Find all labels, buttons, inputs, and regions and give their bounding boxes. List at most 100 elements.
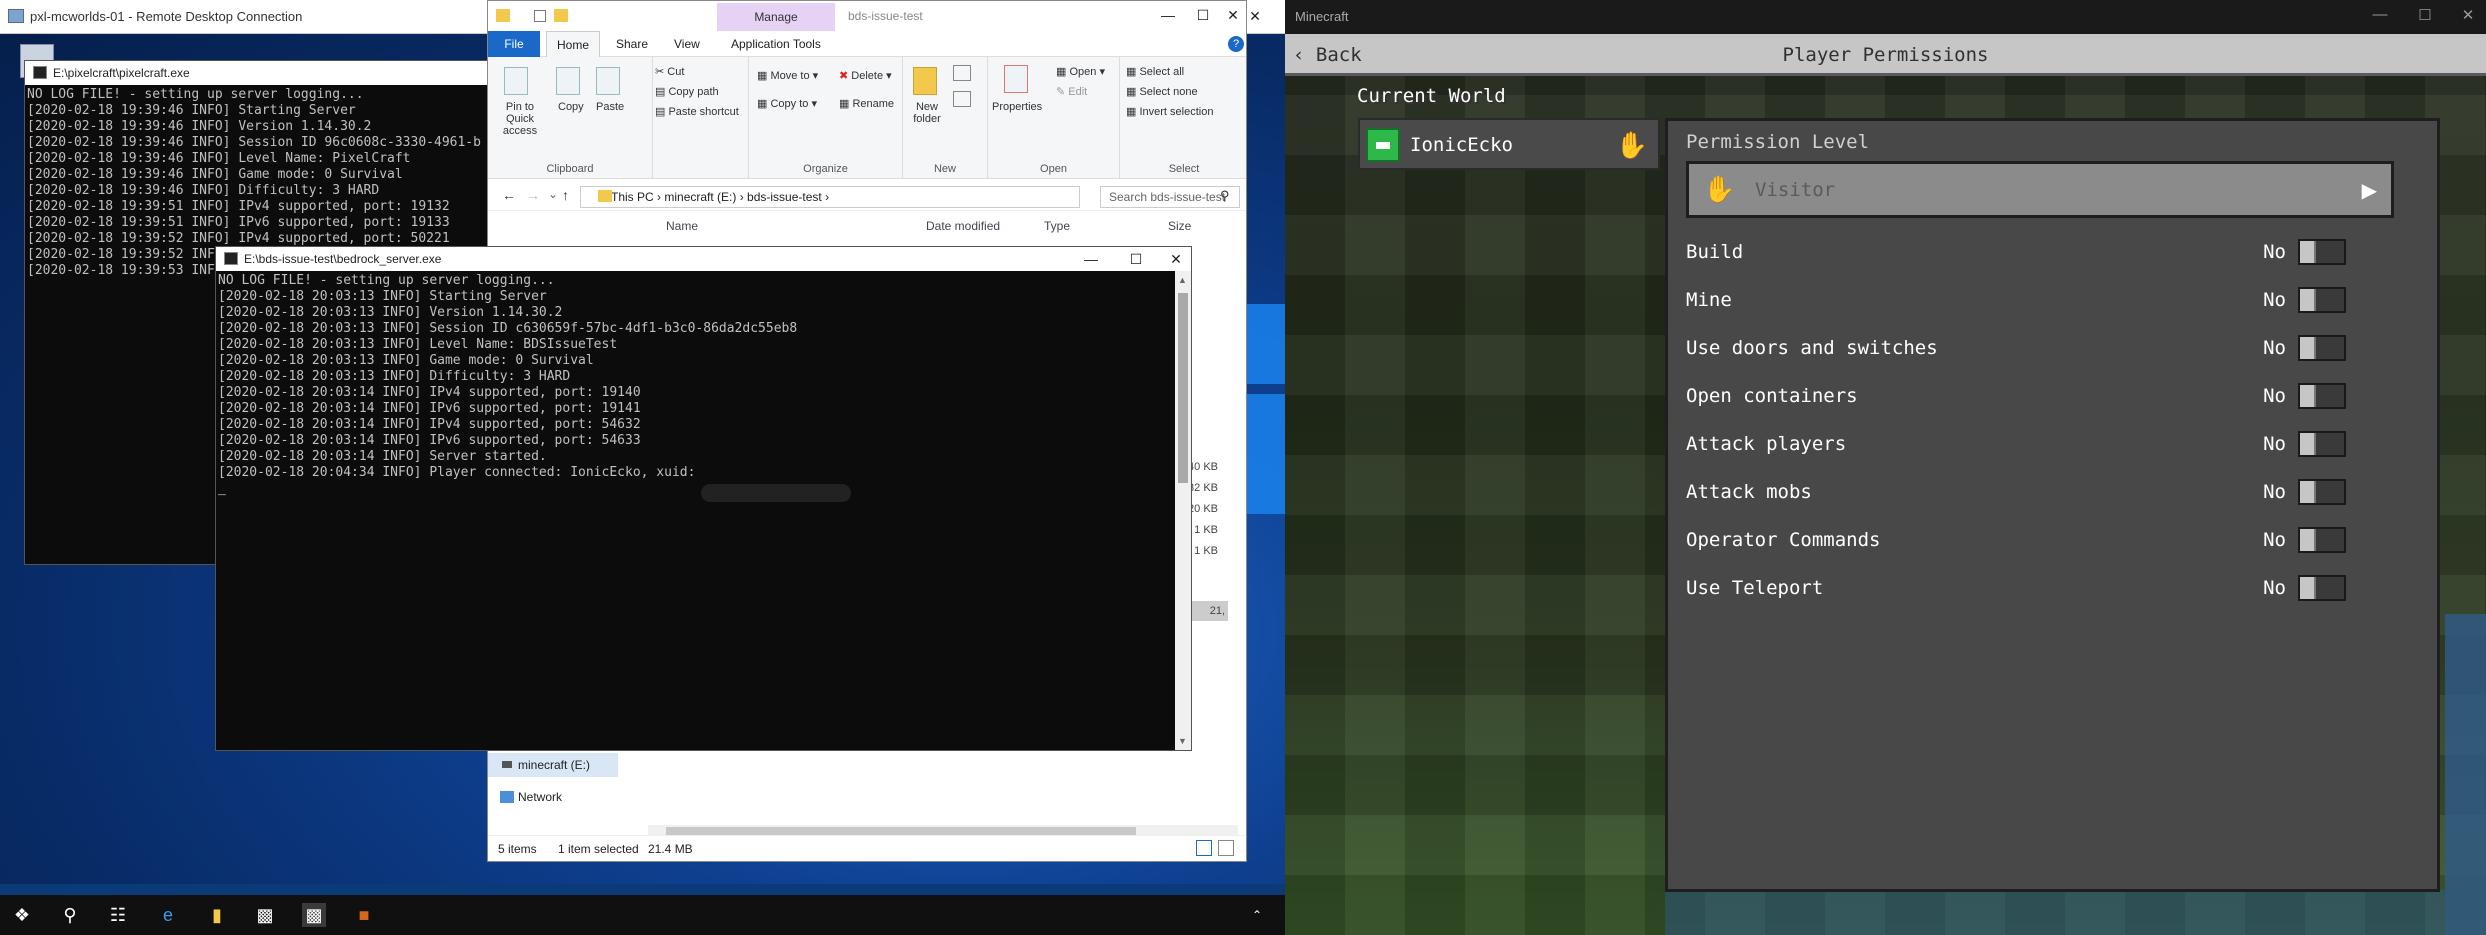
select-none-icon: ▦ [1126,86,1137,98]
new-folder-icon[interactable] [554,9,568,22]
move-to-button[interactable]: ▦ Move to ▾ [757,69,818,82]
cut-button[interactable]: ✂ Cut [655,65,684,78]
mc-close-button[interactable]: ✕ [2453,6,2483,24]
task-view-icon[interactable]: ☷ [106,903,130,927]
console-title-bar[interactable]: E:\bds-issue-test\bedrock_server.exe — ☐… [216,247,1191,271]
permission-value: No [2263,481,2286,503]
delete-button[interactable]: ✖ Delete ▾ [839,69,892,82]
app-taskbar-icon[interactable]: ■ [352,903,376,927]
tab-home[interactable]: Home [546,31,601,57]
scissors-icon: ✂ [655,66,665,78]
console-title-bar[interactable]: E:\pixelcraft\pixelcraft.exe [25,61,523,85]
open-button[interactable]: ▦ Open ▾ [1056,65,1105,78]
water-block [2445,614,2486,935]
paste-shortcut-button[interactable]: ▤ Paste shortcut [655,105,739,118]
rename-button[interactable]: ▦ Rename [839,97,894,110]
windows-start-icon[interactable]: ❖ [10,903,34,927]
tab-share[interactable]: Share [606,31,658,57]
nav-item-drive[interactable]: minecraft (E:) [518,758,590,772]
permission-toggle[interactable] [2298,431,2346,457]
breadcrumb-drive[interactable]: minecraft (E:) [664,190,736,204]
search-box[interactable]: Search bds-issue-test [1100,186,1240,208]
bedrock-server-console-window[interactable]: E:\bds-issue-test\bedrock_server.exe — ☐… [215,246,1192,751]
permission-toggle[interactable] [2298,239,2346,265]
breadcrumb-folder[interactable]: bds-issue-test [747,190,822,204]
column-name[interactable]: Name [666,219,698,233]
new-item-icon[interactable] [953,65,971,81]
edit-button[interactable]: ✎ Edit [1056,85,1087,98]
tab-application-tools[interactable]: Application Tools [721,31,831,57]
tab-view[interactable]: View [664,31,710,57]
tab-file[interactable]: File [488,31,540,57]
console-line: [2020-02-18 20:03:13 INFO] Level Name: B… [218,337,618,352]
copy-to-button[interactable]: ▦ Copy to ▾ [757,97,817,110]
forward-arrow-icon[interactable]: → [526,187,540,203]
new-folder-button[interactable]: New folder [909,101,945,125]
paste-button[interactable]: Paste [596,101,624,113]
large-icons-view-icon[interactable] [1218,840,1234,856]
permission-label: Attack players [1686,433,1847,455]
minecraft-title-bar[interactable]: Minecraft — ☐ ✕ [1285,0,2486,34]
recent-locations-icon[interactable]: ⌄ [548,187,558,201]
player-item[interactable]: IonicEcko ✋ [1358,118,1660,170]
invert-selection-button[interactable]: ▦ Invert selection [1126,105,1213,118]
paste-icon [596,67,620,95]
address-bar[interactable]: This PC › minecraft (E:) › bds-issue-tes… [580,186,1080,208]
internet-explorer-icon[interactable]: e [156,903,180,927]
console-line: NO LOG FILE! - setting up server logging… [218,273,555,288]
mc-minimize-button[interactable]: — [2365,6,2395,23]
scroll-down-icon[interactable]: ▼ [1178,736,1187,746]
permission-toggle[interactable] [2298,383,2346,409]
console-close-button[interactable]: ✕ [1156,249,1196,269]
console-taskbar-icon-active[interactable]: ▩ [302,903,326,927]
easy-access-icon[interactable] [953,91,971,107]
scroll-up-icon[interactable]: ▲ [1178,275,1187,285]
explorer-title-bar[interactable]: Manage bds-issue-test — ☐ ✕ [488,1,1246,31]
file-size: 20 KB [1188,503,1218,515]
mc-header-bar: ‹ Back Player Permissions [1285,34,2486,76]
column-type[interactable]: Type [1044,219,1070,233]
properties-icon[interactable] [534,10,546,22]
manage-context-tab[interactable]: Manage [717,3,835,31]
console-taskbar-icon[interactable]: ▩ [253,903,277,927]
permission-toggle[interactable] [2298,479,2346,505]
permission-toggle[interactable] [2298,575,2346,601]
console-minimize-button[interactable]: — [1071,249,1111,269]
explorer-close-button[interactable]: ✕ [1213,5,1246,25]
drive-icon [502,761,512,768]
tray-chevron-icon[interactable]: ⌃ [1245,903,1269,927]
rdp-title: pxl-mcworlds-01 - Remote Desktop Connect… [30,9,303,24]
details-view-icon[interactable] [1196,840,1212,856]
help-icon[interactable]: ? [1228,36,1244,52]
console-scrollbar[interactable]: ▲ ▼ [1175,271,1191,750]
breadcrumb-this-pc[interactable]: This PC [611,190,654,204]
permission-toggle[interactable] [2298,287,2346,313]
permission-row-teleport: Use Teleport No [1686,573,2406,603]
properties-button[interactable]: Properties [992,101,1042,113]
delete-label: Delete [851,70,884,82]
column-date-modified[interactable]: Date modified [926,219,1000,233]
scrollbar-thumb[interactable] [1178,293,1188,483]
permission-level-dropdown[interactable]: ✋ Visitor ▶ [1686,161,2394,218]
explorer-minimize-button[interactable]: — [1148,5,1188,25]
up-arrow-icon[interactable]: ↑ [562,187,569,203]
permission-level-label: Permission Level [1686,131,1870,153]
permission-toggle[interactable] [2298,335,2346,361]
select-all-button[interactable]: ▦ Select all [1126,65,1184,78]
search-icon[interactable]: ⚲ [58,903,82,927]
file-explorer-icon[interactable]: ▮ [205,903,229,927]
selected-file-size[interactable]: 21, [1188,601,1228,621]
console-maximize-button[interactable]: ☐ [1116,249,1156,269]
organize-group: ▦ Move to ▾ ▦ Copy to ▾ ✖ Delete ▾ ▦ Ren… [748,57,903,179]
copy-button[interactable]: Copy [558,101,584,113]
nav-item-network[interactable]: Network [518,790,562,804]
mc-maximize-button[interactable]: ☐ [2410,6,2440,24]
column-size[interactable]: Size [1168,219,1191,233]
copy-path-button[interactable]: ▤ Copy path [655,85,719,98]
select-none-button[interactable]: ▦ Select none [1126,85,1198,98]
permission-toggle[interactable] [2298,527,2346,553]
pin-quick-access-button[interactable]: Pin to Quick access [492,101,548,137]
permission-label: Mine [1686,289,1732,311]
back-arrow-icon[interactable]: ← [502,187,516,203]
arrow-right-icon: ▶ [2361,180,2377,202]
